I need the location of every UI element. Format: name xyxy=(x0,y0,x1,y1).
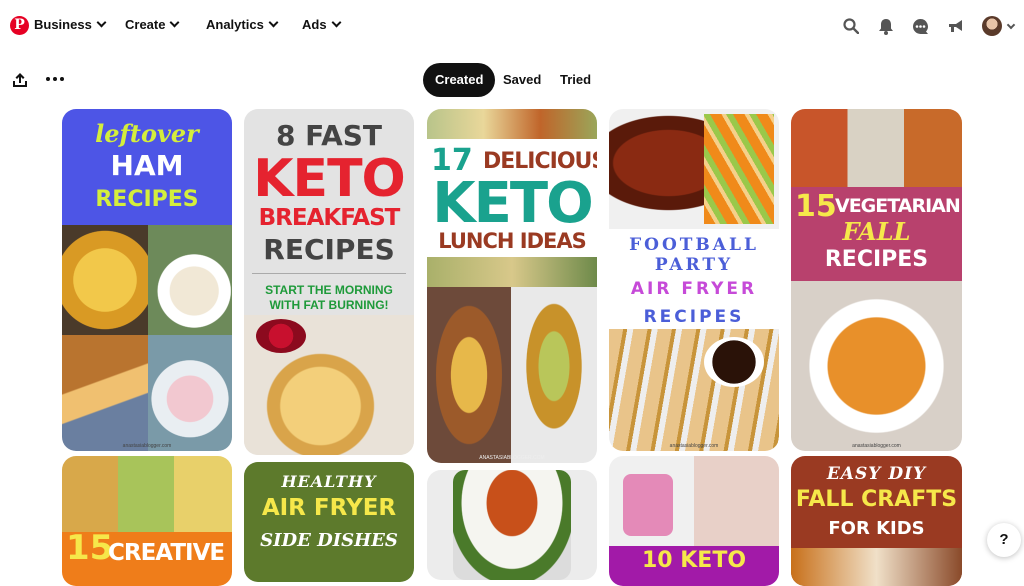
food-photo xyxy=(427,109,597,139)
nav-create-label: Create xyxy=(125,17,166,32)
pin-title-line: BREAKFAST xyxy=(258,205,401,231)
pin-fall-crafts[interactable]: EASY DIY FALL CRAFTS FOR KIDS xyxy=(791,456,962,586)
share-icon[interactable] xyxy=(12,72,28,93)
pin-title-line: CREATIVE xyxy=(108,540,225,566)
pin-title-line: leftover xyxy=(95,119,199,148)
pin-title-line: FOR KIDS xyxy=(828,518,925,539)
pin-football-air-fryer[interactable]: FOOTBALL PARTY AIR FRYER RECIPES anastas… xyxy=(609,109,779,451)
pin-title-line: LUNCH IDEAS xyxy=(438,229,587,253)
help-button[interactable]: ? xyxy=(987,523,1021,557)
food-photo xyxy=(148,225,232,335)
pin-title-line: EASY DIY xyxy=(826,464,927,484)
pin-title-line: RECIPES xyxy=(824,247,929,272)
pin-vegetarian-fall[interactable]: 15 VEGETARIAN FALL RECIPES anastasiablog… xyxy=(791,109,962,451)
pin-title-line: FALL CRAFTS xyxy=(795,487,958,512)
pin-subtitle-line: START THE MORNING xyxy=(265,283,393,297)
pin-keto-10[interactable]: 10 KETO xyxy=(609,456,779,586)
pin-title-line: KETO xyxy=(253,149,406,209)
pin-title-line: VEGETARIAN xyxy=(835,195,961,217)
nav-create[interactable]: Create xyxy=(125,17,180,32)
pin-creative[interactable]: 15 CREATIVE xyxy=(62,456,232,586)
food-photo xyxy=(62,225,148,335)
nav-analytics[interactable]: Analytics xyxy=(206,17,279,32)
tab-tried[interactable]: Tried xyxy=(548,63,603,97)
pin-title-line: AIR FRYER xyxy=(630,279,758,299)
pin-watermark: ANASTASIABLOGGER.COM xyxy=(479,455,545,461)
pin-watermark: anastasiablogger.com xyxy=(122,443,172,449)
pinterest-logo-icon[interactable]: P xyxy=(10,16,29,35)
food-photo xyxy=(148,335,232,451)
pin-meal-prep[interactable] xyxy=(427,470,597,580)
food-photo xyxy=(791,109,962,187)
pin-title-line: HAM xyxy=(110,149,184,182)
nav-ads[interactable]: Ads xyxy=(302,17,342,32)
pin-subtitle-line: WITH FAT BURNING! xyxy=(269,298,389,312)
pin-title-line: RECIPES xyxy=(643,307,745,327)
pin-title-number: 15 xyxy=(66,528,114,568)
smoothie-photo xyxy=(623,474,673,536)
avatar[interactable] xyxy=(982,16,1002,36)
pin-grid: leftover HAM RECIPES anastasiablogger.co… xyxy=(0,108,1024,586)
sauce-photo xyxy=(704,337,764,387)
pin-title-line: PARTY xyxy=(654,255,734,275)
food-photo xyxy=(427,257,597,287)
pin-keto-lunch[interactable]: 17 DELICIOUS KETO LUNCH IDEAS ANASTASIAB… xyxy=(427,109,597,463)
pin-title-line: 8 FAST xyxy=(275,119,383,152)
pin-title-line: HEALTHY xyxy=(281,472,377,491)
pin-watermark: anastasiablogger.com xyxy=(669,443,719,449)
top-bar: P Business Create Analytics Ads xyxy=(0,0,1024,52)
pin-title-line: KETO xyxy=(432,171,593,236)
food-photo xyxy=(427,287,511,463)
berries-photo xyxy=(256,319,306,353)
pin-title-line: FOOTBALL xyxy=(629,235,759,255)
chevron-down-icon xyxy=(331,17,342,28)
pin-leftover-ham[interactable]: leftover HAM RECIPES anastasiablogger.co… xyxy=(62,109,232,451)
pin-title-line: AIR FRYER xyxy=(261,495,397,521)
craft-photo xyxy=(791,548,962,586)
food-photo xyxy=(453,470,571,580)
food-photo xyxy=(62,456,232,538)
pin-title-line: FALL xyxy=(842,217,911,246)
messages-icon[interactable] xyxy=(910,16,930,36)
pin-keto-breakfast[interactable]: 8 FAST KETO BREAKFAST RECIPES START THE … xyxy=(244,109,414,455)
nav-analytics-label: Analytics xyxy=(206,17,264,32)
more-options-icon[interactable] xyxy=(46,77,64,81)
pin-title-line: RECIPES xyxy=(95,187,199,212)
nav-ads-label: Ads xyxy=(302,17,327,32)
chevron-down-icon xyxy=(96,17,107,28)
food-photo xyxy=(791,281,962,451)
tab-saved[interactable]: Saved xyxy=(491,63,553,97)
chevron-down-icon xyxy=(170,17,180,28)
search-icon[interactable] xyxy=(841,16,861,36)
food-photo xyxy=(511,287,597,463)
pin-title-line: SIDE DISHES xyxy=(260,530,398,551)
divider xyxy=(252,273,406,274)
nav-business[interactable]: Business xyxy=(34,17,107,32)
food-photo xyxy=(62,335,148,451)
chevron-down-icon[interactable] xyxy=(1006,20,1016,30)
tab-created[interactable]: Created xyxy=(423,63,496,97)
megaphone-icon[interactable] xyxy=(945,16,965,36)
chevron-down-icon xyxy=(268,17,279,28)
pin-watermark: anastasiablogger.com xyxy=(852,443,901,449)
pin-title-line: RECIPES xyxy=(263,233,395,266)
bell-icon[interactable] xyxy=(876,16,896,36)
veggie-sticks-photo xyxy=(704,114,774,224)
pin-air-fryer-sides[interactable]: HEALTHY AIR FRYER SIDE DISHES xyxy=(244,462,414,582)
nav-business-label: Business xyxy=(34,17,92,32)
pin-title-line: 10 KETO xyxy=(641,548,747,573)
